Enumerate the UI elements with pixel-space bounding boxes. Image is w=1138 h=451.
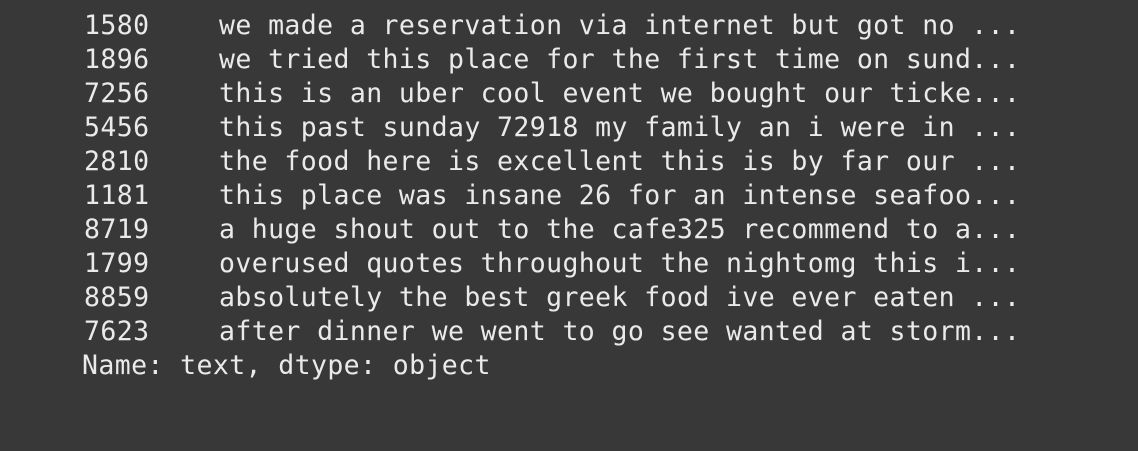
row-index: 1181 [84, 180, 150, 211]
row-index: 1896 [84, 44, 150, 75]
row-text: we tried this place for the first time o… [219, 44, 1021, 75]
row-text: the food here is excellent this is by fa… [219, 146, 1021, 177]
series-row: 7623 after dinner we went to go see want… [0, 315, 1138, 349]
row-text: after dinner we went to go see wanted at… [219, 316, 1021, 347]
series-row: 8719 a huge shout out to the cafe325 rec… [0, 213, 1138, 247]
row-index: 5456 [84, 112, 150, 143]
series-row: 8859 absolutely the best greek food ive … [0, 281, 1138, 315]
row-index: 7623 [84, 316, 150, 347]
series-row: 1580 we made a reservation via internet … [0, 9, 1138, 43]
series-row: 2810 the food here is excellent this is … [0, 145, 1138, 179]
cell-output: 1580 we made a reservation via internet … [0, 0, 1138, 416]
row-index: 8719 [84, 214, 150, 245]
series-row: 7256 this is an uber cool event we bough… [0, 77, 1138, 111]
series-row: 1181 this place was insane 26 for an int… [0, 179, 1138, 213]
row-index: 2810 [84, 146, 150, 177]
row-text: this past sunday 72918 my family an i we… [219, 112, 1021, 143]
row-index: 1799 [84, 248, 150, 279]
row-text: this is an uber cool event we bought our… [219, 78, 1021, 109]
row-index: 8859 [84, 282, 150, 313]
row-text: absolutely the best greek food ive ever … [219, 282, 1021, 313]
row-text: we made a reservation via internet but g… [219, 10, 1021, 41]
series-dtype-footer: Name: text, dtype: object [82, 350, 491, 381]
row-text: a huge shout out to the cafe325 recommen… [219, 214, 1021, 245]
row-index: 7256 [84, 78, 150, 109]
series-row: 1799 overused quotes throughout the nigh… [0, 247, 1138, 281]
series-row: 5456 this past sunday 72918 my family an… [0, 111, 1138, 145]
series-row: 1896 we tried this place for the first t… [0, 43, 1138, 77]
row-text: this place was insane 26 for an intense … [219, 180, 1021, 211]
row-text: overused quotes throughout the nightomg … [219, 248, 1021, 279]
row-index: 1580 [84, 10, 150, 41]
